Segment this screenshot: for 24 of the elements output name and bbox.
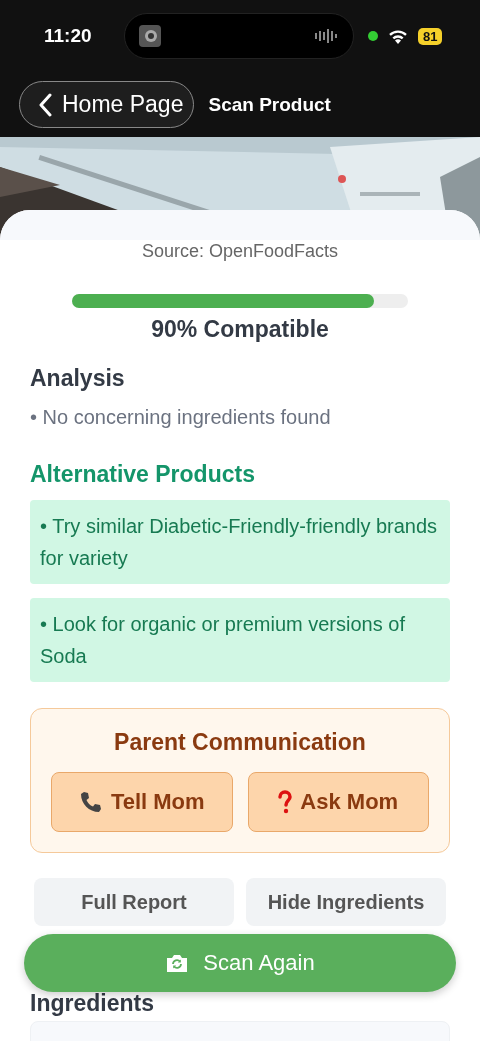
analysis-item: • No concerning ingredients found <box>30 406 332 429</box>
wifi-icon <box>388 28 408 44</box>
phone-icon <box>78 790 103 814</box>
chevron-left-icon <box>38 92 52 117</box>
camera-indicator-icon <box>368 31 378 41</box>
alternatives-heading: Alternative Products <box>30 461 256 488</box>
ingredients-heading: Ingredients <box>30 990 155 1017</box>
screen-title: Scan Product <box>208 93 331 116</box>
parent-button[interactable]: Tell Mom <box>51 772 233 832</box>
status-time: 11:20 <box>44 25 93 47</box>
parent-button[interactable]: Ask Mom <box>247 772 429 832</box>
parent-communication-heading: Parent Communication <box>113 729 367 756</box>
alternative-item: • Look for organic or premium versions of Soda <box>30 598 450 682</box>
action-button[interactable]: Full Report <box>34 878 234 926</box>
action-button[interactable]: Hide Ingredients <box>246 878 446 926</box>
back-button[interactable]: Home Page <box>19 81 195 128</box>
camera-refresh-icon <box>165 953 190 973</box>
battery-level: 81 <box>418 27 443 45</box>
analysis-heading: Analysis <box>30 365 126 392</box>
alternative-item: • Try similar Diabetic-Friendly-friendly brands for variety <box>30 500 450 584</box>
compatibility-label: 90% Compatible <box>150 316 330 343</box>
question-mark-icon <box>278 790 293 814</box>
album-thumbnail-icon <box>139 25 161 47</box>
source-text: Source: OpenFoodFacts <box>140 241 340 262</box>
